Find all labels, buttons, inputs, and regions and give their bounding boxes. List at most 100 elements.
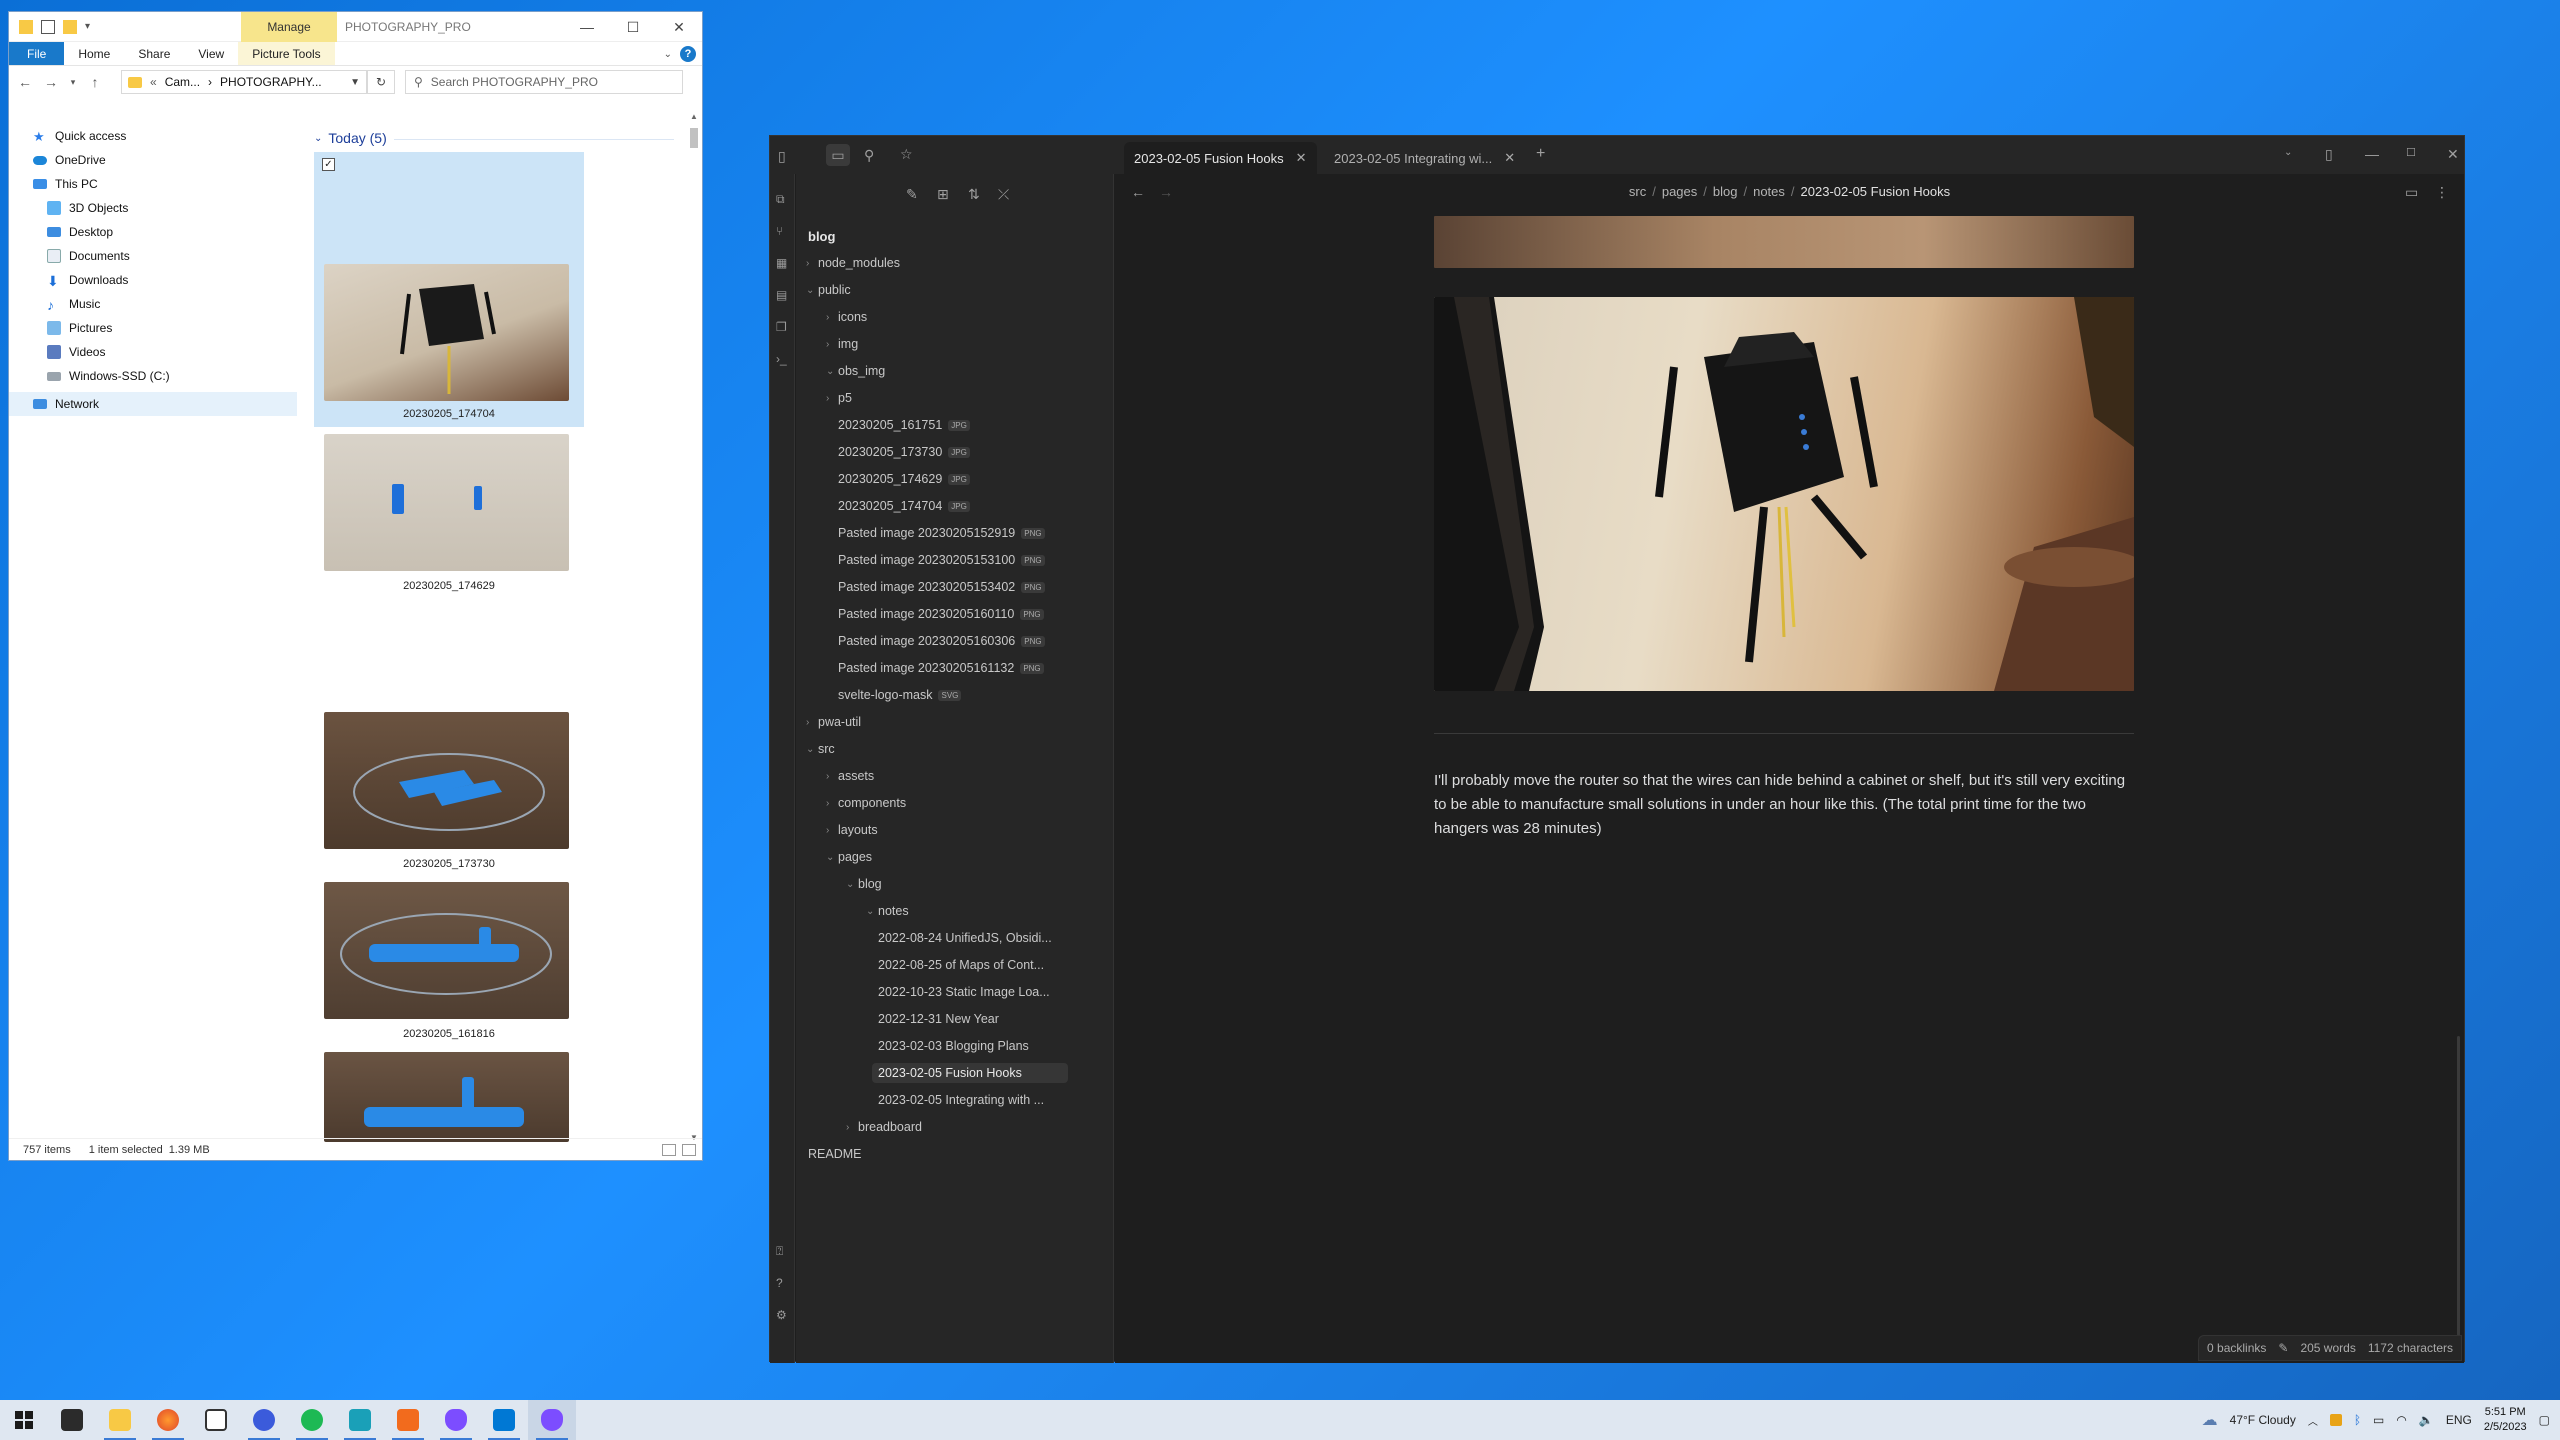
up-arrow-icon[interactable]: ↑ [87,74,103,90]
backlinks-count[interactable]: 0 backlinks [2207,1341,2266,1355]
forward-arrow-icon[interactable]: → [43,74,59,90]
close-button[interactable]: ✕ [2447,146,2459,163]
nav-network[interactable]: Network [9,392,297,416]
nav-this-pc[interactable]: This PC [9,172,297,196]
editor-scrollbar[interactable] [2457,1036,2460,1336]
sort-icon[interactable]: ⇅ [968,186,980,203]
tree-folder-src[interactable]: ⌄ src [806,739,835,759]
calendar-icon[interactable]: ▤ [776,288,790,302]
tree-file[interactable]: 20230205_174629 JPG [838,469,970,489]
tree-file[interactable]: Pasted image 20230205160306 PNG [838,631,1045,651]
recent-locations-icon[interactable]: ▾ [69,77,77,88]
thumbnail-item[interactable]: 20230205_161816 [314,882,584,1052]
tab-fusion-hooks[interactable]: 2023-02-05 Fusion Hooks ✕ [1124,142,1317,174]
tree-file[interactable]: Pasted image 20230205153402 PNG [838,577,1045,597]
address-overflow-icon[interactable]: « [150,75,157,89]
tree-file[interactable]: Pasted image 20230205152919 PNG [838,523,1045,543]
more-options-icon[interactable]: ⋮ [2435,184,2449,201]
nav-3d-objects[interactable]: 3D Objects [9,196,297,220]
taskbar-obsidian-1[interactable] [432,1400,480,1440]
breadcrumb-blog[interactable]: blog [1713,184,1738,199]
files-icon[interactable]: ▭ [826,144,850,166]
tab-picture-tools[interactable]: Picture Tools [238,42,335,65]
scroll-up-arrow-icon[interactable]: ▲ [688,112,700,121]
tree-file[interactable]: Pasted image 20230205153100 PNG [838,550,1045,570]
vault-switcher-icon[interactable]: ⍰ [776,1244,790,1258]
tree-folder-icons[interactable]: › icons [826,307,867,327]
tree-folder-components[interactable]: › components [826,793,906,813]
right-sidebar-toggle-icon[interactable]: ▯ [2325,146,2333,163]
tab-list-chevron-icon[interactable]: ⌄ [2284,147,2292,158]
chevron-down-icon[interactable]: ▼ [350,77,360,88]
tab-home[interactable]: Home [64,42,124,65]
taskbar-app-blue[interactable] [240,1400,288,1440]
notifications-icon[interactable]: ▢ [2539,1413,2550,1427]
tree-file[interactable]: svelte-logo-mask SVG [838,685,962,705]
sidebar-toggle-icon[interactable]: ▯ [778,148,786,165]
nav-downloads[interactable]: ⬇ Downloads [9,268,297,292]
tree-folder-node-modules[interactable]: › node_modules [806,253,900,273]
breadcrumb-src[interactable]: src [1629,184,1646,199]
breadcrumb-pages[interactable]: pages [1662,184,1697,199]
nav-quick-access[interactable]: ★ Quick access [9,124,297,148]
nav-pictures[interactable]: Pictures [9,316,297,340]
tree-note-active[interactable]: 2023-02-05 Fusion Hooks [872,1063,1068,1083]
tree-folder-public[interactable]: ⌄ public [806,280,851,300]
tree-file-readme[interactable]: README [808,1144,861,1164]
search-box[interactable]: ⚲ Search PHOTOGRAPHY_PRO [405,70,683,94]
taskbar-firefox[interactable] [144,1400,192,1440]
nav-onedrive[interactable]: OneDrive [9,148,297,172]
tree-note[interactable]: 2023-02-03 Blogging Plans [878,1036,1068,1056]
thumbnail-item[interactable]: 20230205_173730 [314,712,584,882]
close-tab-icon[interactable]: ✕ [1504,150,1515,166]
nav-videos[interactable]: Videos [9,340,297,364]
new-note-icon[interactable]: ✎ [906,186,918,203]
help-icon[interactable]: ? [680,46,696,62]
address-part-photography[interactable]: PHOTOGRAPHY... [220,75,322,89]
properties-icon[interactable] [41,19,55,34]
refresh-button[interactable]: ↻ [367,70,395,94]
volume-icon[interactable]: 🔈 [2419,1413,2434,1427]
breadcrumb-notes[interactable]: notes [1753,184,1785,199]
tab-integrating[interactable]: 2023-02-05 Integrating wi... ✕ [1324,142,1525,174]
tree-folder-pages[interactable]: ⌄ pages [826,847,872,867]
wifi-icon[interactable]: ◠ [2396,1413,2406,1427]
language-indicator[interactable]: ENG [2446,1413,2472,1427]
tree-folder-blog[interactable]: ⌄ blog [846,874,882,894]
back-arrow-icon[interactable]: ← [17,74,33,90]
battery-icon[interactable]: ▭ [2373,1413,2384,1427]
close-tab-icon[interactable]: ✕ [1296,150,1307,166]
expand-ribbon-icon[interactable]: ⌄ [664,49,672,60]
new-folder-icon[interactable] [63,19,77,34]
tree-file[interactable]: 20230205_173730 JPG [838,442,970,462]
minimize-button[interactable]: — [2365,146,2379,162]
pencil-icon[interactable]: ✎ [2278,1341,2288,1355]
canvas-icon[interactable]: ▦ [776,256,790,270]
manage-context-tab[interactable]: Manage [241,12,337,42]
tree-file[interactable]: Pasted image 20230205161132 PNG [838,658,1044,678]
taskbar-fusion[interactable] [384,1400,432,1440]
large-icons-view-icon[interactable] [682,1143,696,1156]
tree-file[interactable]: Pasted image 20230205160110 PNG [838,604,1044,624]
tree-folder-img[interactable]: › img [826,334,858,354]
start-button[interactable] [0,1400,48,1440]
thumbnail-item[interactable] [314,1052,584,1142]
scrollbar-thumb[interactable] [690,128,698,148]
show-hidden-icons-chevron-icon[interactable]: ︿ [2308,1413,2318,1428]
new-folder-icon[interactable]: ⊞ [937,186,949,203]
tab-view[interactable]: View [184,42,238,65]
collapse-all-icon[interactable]: ⤫ [998,186,1009,203]
settings-gear-icon[interactable]: ⚙ [776,1308,790,1322]
tree-folder-assets[interactable]: › assets [826,766,874,786]
templates-icon[interactable]: ❐ [776,320,790,334]
selection-checkbox[interactable]: ✓ [322,158,335,171]
tab-share[interactable]: Share [124,42,184,65]
graph-view-icon[interactable]: ⑂ [776,224,790,238]
thumbnail-item[interactable]: ✓ 20230205_174704 [314,152,584,427]
tree-folder-layouts[interactable]: › layouts [826,820,878,840]
tree-folder-obs-img[interactable]: ⌄ obs_img [826,361,885,381]
open-quick-switcher-icon[interactable]: ⧉ [776,192,790,206]
clock[interactable]: 5:51 PM 2/5/2023 [2484,1405,2527,1435]
tree-note[interactable]: 2022-08-25 of Maps of Cont... [878,955,1068,975]
note-paragraph[interactable]: I'll probably move the router so that th… [1434,769,2134,841]
